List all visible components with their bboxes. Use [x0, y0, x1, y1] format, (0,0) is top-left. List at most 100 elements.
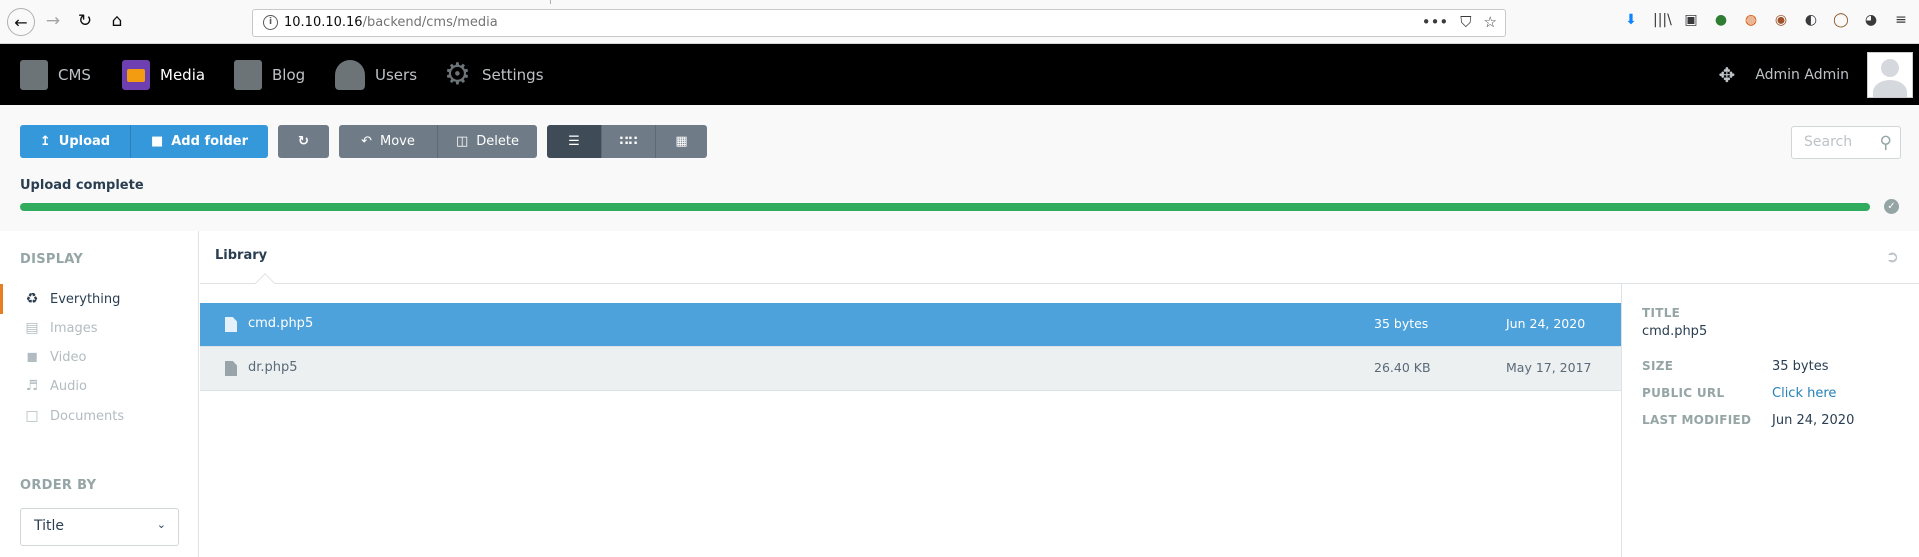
- crosshair-icon[interactable]: ✥: [1719, 63, 1736, 87]
- file-date: May 17, 2017: [1506, 360, 1592, 375]
- address-bar[interactable]: i 10.10.10.16/backend/cms/media ••• ⛉ ☆: [252, 9, 1506, 37]
- url-host: 10.10.10.16: [284, 15, 363, 30]
- delete-button[interactable]: ◫ Delete: [438, 125, 537, 158]
- sidebar-item-label: Documents: [50, 408, 125, 424]
- sidebar-item-video[interactable]: ◼ Video: [0, 342, 198, 372]
- nav-blog-label: Blog: [272, 65, 306, 84]
- user-name[interactable]: Admin Admin: [1755, 67, 1849, 83]
- grid-view-button[interactable]: ∷∷: [601, 125, 655, 158]
- home-icon[interactable]: ⌂: [104, 8, 130, 34]
- search-field[interactable]: ⚲: [1791, 126, 1901, 159]
- file-size: 26.40 KB: [1374, 360, 1431, 375]
- menu-icon[interactable]: ≡: [1893, 12, 1909, 28]
- detail-modified-value: Jun 24, 2020: [1772, 413, 1855, 428]
- file-name: cmd.php5: [248, 316, 314, 331]
- grid-icon: ∷∷: [619, 134, 638, 149]
- move-label: Move: [380, 134, 415, 149]
- forward-icon[interactable]: →: [40, 8, 66, 34]
- account-icon[interactable]: ◐: [1803, 12, 1819, 28]
- browser-tools: ⬇ |||\ ▣ ● ◍ ◉ ◐ ◯ ◕ ≡: [1623, 12, 1909, 28]
- sidebar-item-documents[interactable]: □ Documents: [0, 401, 198, 431]
- detail-url-label: PUBLIC URL: [1642, 386, 1725, 400]
- list-view-button[interactable]: ☰: [547, 125, 601, 158]
- upload-progress-fill: [20, 203, 1870, 211]
- check-icon: ✓: [1884, 199, 1899, 214]
- move-button[interactable]: ↶ Move: [339, 125, 438, 158]
- nav-users-label: Users: [375, 65, 418, 84]
- avatar[interactable]: [1867, 51, 1913, 98]
- nav-users[interactable]: Users: [335, 44, 417, 105]
- document-icon: □: [25, 408, 39, 424]
- order-by-heading: ORDER BY: [20, 478, 97, 493]
- detail-size-value: 35 bytes: [1772, 359, 1829, 374]
- sidebar-item-audio[interactable]: ♬ Audio: [0, 371, 198, 401]
- back-icon[interactable]: ←: [7, 8, 35, 36]
- detail-title-label: TITLE: [1642, 306, 1681, 320]
- page-actions-icon[interactable]: •••: [1422, 13, 1449, 31]
- refresh-button[interactable]: ↻: [278, 125, 329, 158]
- upload-status: Upload complete: [20, 178, 144, 193]
- file-name: dr.php5: [248, 360, 298, 375]
- blog-icon: [234, 59, 262, 90]
- order-by-value: Title: [34, 518, 65, 534]
- browser-toolbar: ← → ↻ ⌂ i 10.10.10.16/backend/cms/media …: [0, 0, 1919, 44]
- info-icon[interactable]: i: [263, 15, 278, 30]
- sidebar-icon[interactable]: ▣: [1683, 12, 1699, 28]
- users-icon: [335, 59, 365, 90]
- nav-settings-label: Settings: [482, 65, 544, 84]
- nav-cms-label: CMS: [58, 65, 91, 84]
- reload-icon[interactable]: ↻: [72, 8, 98, 34]
- cms-icon: [20, 59, 48, 90]
- download-icon[interactable]: ⬇: [1623, 12, 1639, 28]
- search-icon[interactable]: ⚲: [1880, 133, 1892, 153]
- settings-icon: ⚙: [444, 56, 471, 92]
- order-by-select[interactable]: Title ⌄: [20, 508, 179, 546]
- upload-icon: ↥: [39, 134, 51, 149]
- extension-icon[interactable]: ◕: [1863, 12, 1879, 28]
- extension-icon[interactable]: ◉: [1773, 12, 1789, 28]
- file-date: Jun 24, 2020: [1506, 316, 1586, 331]
- tiles-icon: ▦: [675, 134, 688, 149]
- collapse-sidebar-icon[interactable]: ➲: [1886, 247, 1899, 266]
- nav-media[interactable]: Media: [122, 44, 205, 105]
- upload-progress-bar: [20, 203, 1870, 211]
- sidebar-item-everything[interactable]: ♻ Everything: [0, 284, 198, 314]
- extension-icon[interactable]: ●: [1713, 12, 1729, 28]
- tiles-view-button[interactable]: ▦: [655, 125, 707, 158]
- media-icon: [122, 59, 150, 90]
- delete-label: Delete: [476, 134, 519, 149]
- move-icon: ↶: [361, 134, 373, 149]
- video-icon: ◼: [26, 349, 38, 365]
- display-heading: DISPLAY: [20, 252, 84, 267]
- add-folder-label: Add folder: [171, 134, 249, 149]
- nav-media-label: Media: [160, 65, 206, 84]
- table-row[interactable]: cmd.php5 35 bytes Jun 24, 2020: [200, 303, 1621, 347]
- image-icon: ▤: [25, 320, 39, 336]
- library-header: Library ➲: [200, 231, 1919, 293]
- public-url-link[interactable]: Click here: [1772, 386, 1836, 401]
- sidebar-item-images[interactable]: ▤ Images: [0, 313, 198, 343]
- nav-user-area: ✥ Admin Admin: [1719, 44, 1919, 105]
- list-icon: ☰: [568, 134, 580, 149]
- bookmark-star-icon[interactable]: ☆: [1484, 13, 1497, 31]
- chevron-down-icon: ⌄: [156, 518, 166, 531]
- add-folder-button[interactable]: ■ Add folder: [131, 125, 268, 158]
- upload-button[interactable]: ↥ Upload: [20, 125, 131, 158]
- cookie-icon[interactable]: ◯: [1833, 12, 1849, 28]
- search-input[interactable]: [1804, 134, 1874, 150]
- library-icon[interactable]: |||\: [1653, 12, 1672, 28]
- pocket-icon[interactable]: ⛉: [1460, 13, 1471, 31]
- trash-icon: ◫: [455, 134, 469, 149]
- recycle-icon: ♻: [25, 291, 39, 307]
- table-row[interactable]: dr.php5 26.40 KB May 17, 2017: [200, 347, 1621, 391]
- nav-cms[interactable]: CMS: [20, 44, 91, 105]
- folder-icon: ■: [150, 134, 164, 149]
- sidebar-item-label: Images: [50, 320, 98, 336]
- media-toolbar: ↥ Upload ■ Add folder ↻ ↶ Move ◫ Delete …: [0, 105, 1919, 231]
- tab-edge: [550, 0, 551, 4]
- sidebar-item-label: Everything: [50, 291, 121, 307]
- nav-settings[interactable]: ⚙ Settings: [444, 44, 544, 105]
- url-actions: ••• ⛉ ☆: [1422, 13, 1497, 31]
- nav-blog[interactable]: Blog: [234, 44, 305, 105]
- extension-icon[interactable]: ◍: [1743, 12, 1759, 28]
